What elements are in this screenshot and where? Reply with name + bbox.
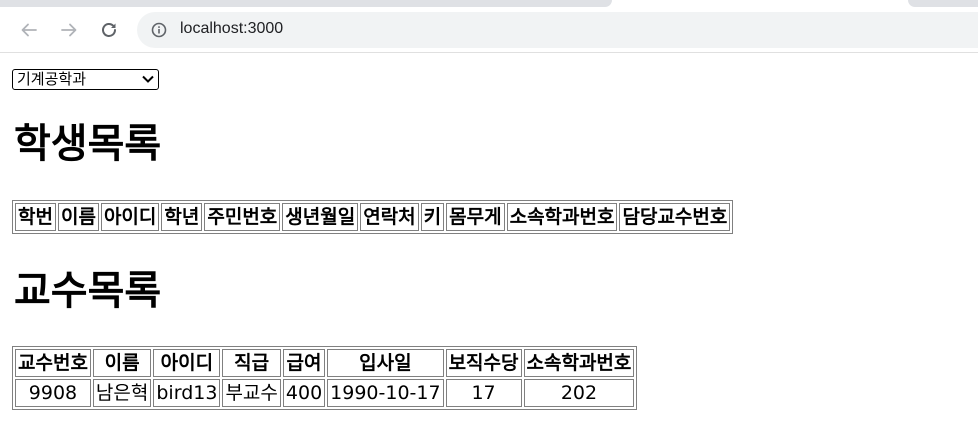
table-cell: 17 bbox=[445, 379, 522, 407]
students-table: 학번 이름 아이디 학년 주민번호 생년월일 연락처 키 몸무게 소속학과번호 … bbox=[12, 200, 734, 234]
table-cell: 9908 bbox=[15, 379, 91, 407]
column-header: 교수번호 bbox=[15, 349, 91, 377]
column-header: 소속학과번호 bbox=[506, 203, 618, 231]
arrow-left-icon bbox=[21, 23, 37, 37]
column-header: 아이디 bbox=[153, 349, 221, 377]
table-cell: 202 bbox=[523, 379, 635, 407]
column-header: 담당교수번호 bbox=[619, 203, 731, 231]
table-cell: 남은혁 bbox=[92, 379, 152, 407]
address-bar[interactable]: localhost:3000 bbox=[137, 12, 978, 48]
info-icon[interactable] bbox=[151, 22, 167, 38]
column-header: 이름 bbox=[92, 349, 152, 377]
column-header: 보직수당 bbox=[445, 349, 522, 377]
table-cell: 부교수 bbox=[222, 379, 281, 407]
column-header: 학번 bbox=[15, 203, 56, 231]
browser-tab[interactable] bbox=[908, 0, 978, 7]
column-header: 직급 bbox=[222, 349, 281, 377]
column-header: 연락처 bbox=[360, 203, 419, 231]
table-cell: bird13 bbox=[153, 379, 221, 407]
tab-strip bbox=[0, 0, 978, 7]
professors-table: 교수번호 이름 아이디 직급 급여 입사일 보직수당 소속학과번호 9908 남… bbox=[12, 346, 638, 410]
department-select[interactable]: 기계공학과 bbox=[12, 69, 159, 90]
column-header: 학년 bbox=[161, 203, 203, 231]
url-text[interactable]: localhost:3000 bbox=[180, 20, 283, 38]
forward-button[interactable] bbox=[54, 15, 84, 45]
browser-tab[interactable] bbox=[0, 0, 612, 7]
column-header: 이름 bbox=[57, 203, 99, 231]
page-content: 기계공학과 학생목록 학번 이름 아이디 학년 주민번호 생년월일 연락처 키 … bbox=[0, 53, 978, 444]
table-cell: 400 bbox=[282, 379, 326, 407]
reload-button[interactable] bbox=[94, 15, 124, 45]
column-header: 키 bbox=[420, 203, 445, 231]
back-button[interactable] bbox=[14, 15, 44, 45]
professors-header-row: 교수번호 이름 아이디 직급 급여 입사일 보직수당 소속학과번호 bbox=[15, 349, 635, 377]
arrow-right-icon bbox=[61, 23, 77, 37]
table-cell: 1990-10-17 bbox=[327, 379, 444, 407]
column-header: 입사일 bbox=[327, 349, 444, 377]
table-row: 9908 남은혁 bird13 부교수 400 1990-10-17 17 20… bbox=[15, 379, 635, 407]
column-header: 소속학과번호 bbox=[523, 349, 635, 377]
chevron-down-icon bbox=[142, 75, 154, 83]
column-header: 급여 bbox=[282, 349, 326, 377]
column-header: 주민번호 bbox=[204, 203, 281, 231]
students-header-row: 학번 이름 아이디 학년 주민번호 생년월일 연락처 키 몸무게 소속학과번호 … bbox=[15, 203, 731, 231]
column-header: 아이디 bbox=[100, 203, 160, 231]
column-header: 몸무게 bbox=[446, 203, 505, 231]
students-heading: 학생목록 bbox=[14, 121, 162, 167]
browser-toolbar: localhost:3000 bbox=[0, 7, 978, 53]
reload-icon bbox=[102, 23, 116, 37]
column-header: 생년월일 bbox=[282, 203, 359, 231]
professors-heading: 교수목록 bbox=[14, 268, 162, 314]
department-select-value: 기계공학과 bbox=[17, 70, 87, 88]
